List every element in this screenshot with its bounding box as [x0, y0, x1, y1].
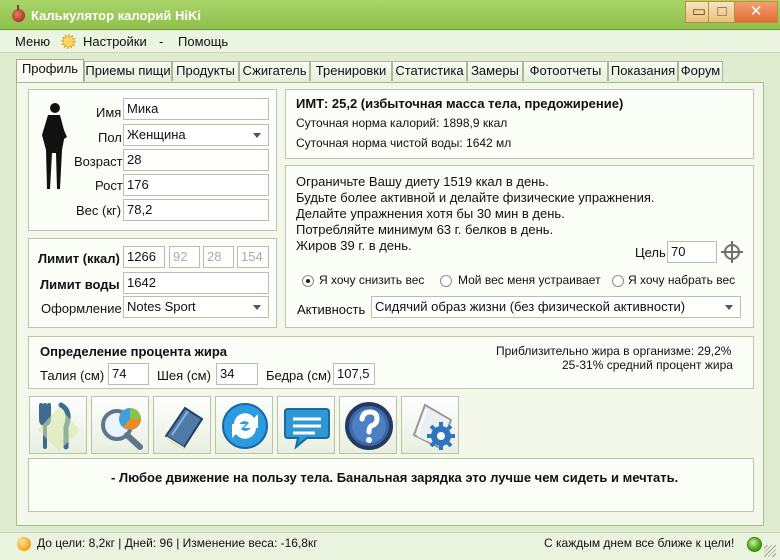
protein-limit-field[interactable]: 92 [169, 246, 200, 268]
water-limit-field[interactable]: 1642 [123, 272, 269, 294]
main-tabs: Профиль Приемы пищи Продукты Сжигатель Т… [16, 59, 764, 83]
daily-calories: Суточная норма калорий: 1898,9 ккал [296, 116, 508, 130]
hips-field[interactable]: 107,5 [333, 363, 375, 385]
bmi-title: ИМТ: 25,2 (избыточная масса тела, предож… [296, 96, 624, 111]
status-message: С каждым днем все ближе к цели! [544, 536, 735, 550]
theme-select[interactable]: Notes Sport [123, 296, 269, 318]
settings-button[interactable] [401, 396, 459, 454]
weight-field[interactable]: 78,2 [123, 199, 269, 221]
body-fat-title: Определение процента жира [40, 344, 228, 359]
menu-item-settings[interactable]: Настройки [83, 34, 147, 49]
tab-measurements[interactable]: Замеры [467, 61, 523, 81]
products-book-button[interactable] [153, 396, 211, 454]
meals-button[interactable] [29, 396, 87, 454]
menu-separator: - [159, 34, 164, 49]
menu-bar: Меню Настройки - Помощь [0, 31, 780, 80]
calorie-limit-field[interactable]: 1266 [123, 246, 165, 268]
gain-weight-label[interactable]: Я хочу набрать вес [628, 273, 735, 287]
help-button[interactable] [339, 396, 397, 454]
water-limit-label: Лимит воды [40, 277, 120, 292]
height-field[interactable]: 176 [123, 174, 269, 196]
average-body-fat: 25-31% средний процент жира [562, 358, 733, 372]
title-bar: Калькулятор калорий HiKi ▭ □ ✕ [0, 0, 780, 30]
refresh-icon [222, 403, 268, 449]
weight-label: Вес (кг) [76, 203, 122, 218]
settings-icon [412, 403, 455, 450]
neck-label: Шея (см) [157, 368, 211, 383]
activity-select[interactable]: Сидячий образ жизни (без физической акти… [371, 296, 741, 318]
waist-field[interactable]: 74 [108, 363, 149, 385]
menu-item-help[interactable]: Помощь [178, 34, 228, 49]
status-progress: До цели: 8,2кг | Дней: 96 | Изменение ве… [37, 536, 318, 550]
target-icon[interactable] [721, 241, 743, 263]
tab-meals[interactable]: Приемы пищи [84, 61, 172, 81]
activity-label: Активность [297, 302, 366, 317]
message-icon [284, 408, 330, 450]
waist-label: Талия (см) [40, 368, 105, 383]
recommendation-line: Ограничьте Вашу диету 1519 ккал в день. [296, 174, 549, 189]
recommendation-line: Делайте упражнения хотя бы 30 мин в день… [296, 206, 565, 221]
status-ok-icon [747, 537, 762, 552]
height-label: Рост [95, 178, 123, 193]
search-chart-button[interactable] [91, 396, 149, 454]
maintain-weight-label[interactable]: Мой вес меня устраивает [458, 273, 601, 287]
maximize-button[interactable]: □ [708, 1, 736, 23]
sex-label: Пол [98, 130, 122, 145]
carbs-limit-field[interactable]: 154 [237, 246, 269, 268]
tab-burner[interactable]: Сжигатель [239, 61, 310, 81]
refresh-button[interactable] [215, 396, 273, 454]
close-button[interactable]: ✕ [734, 1, 778, 23]
window-title: Калькулятор калорий HiKi [31, 8, 201, 23]
maintain-weight-radio[interactable] [440, 275, 452, 287]
book-icon [164, 406, 204, 451]
lose-weight-label[interactable]: Я хочу снизить вес [319, 273, 424, 287]
tab-workouts[interactable]: Тренировки [310, 61, 392, 81]
woman-silhouette-icon [42, 103, 67, 189]
motivation-text: - Любое движение на пользу тела. Банальн… [111, 470, 679, 485]
tab-products[interactable]: Продукты [172, 61, 239, 81]
settings-sun-icon [61, 34, 76, 49]
help-icon [345, 402, 393, 450]
age-field[interactable]: 28 [123, 149, 269, 171]
tab-profile[interactable]: Профиль [16, 59, 84, 83]
recommendation-line: Будьте более активной и делайте физическ… [296, 190, 655, 205]
lose-weight-radio[interactable] [302, 275, 314, 287]
name-field[interactable]: Мика [123, 98, 269, 120]
theme-label: Оформление [41, 301, 122, 316]
search-chart-icon [101, 408, 143, 450]
daily-water: Суточная норма чистой воды: 1642 мл [296, 136, 512, 150]
neck-field[interactable]: 34 [216, 363, 258, 385]
goal-label: Цель [635, 245, 666, 260]
apple-icon [12, 5, 25, 22]
fat-limit-field[interactable]: 28 [203, 246, 234, 268]
recommendation-line: Потребляйте минимум 63 г. белков в день. [296, 222, 554, 237]
resize-grip[interactable] [764, 545, 776, 557]
name-label: Имя [96, 105, 122, 120]
tab-readings[interactable]: Показания [608, 61, 678, 81]
orange-icon [17, 537, 31, 551]
estimated-body-fat: Приблизительно жира в организме: 29,2% [496, 344, 732, 358]
tab-statistics[interactable]: Статистика [392, 61, 467, 81]
calorie-limit-label: Лимит (ккал) [38, 251, 120, 266]
recommendation-line: Жиров 39 г. в день. [296, 238, 412, 253]
age-label: Возраст [74, 154, 123, 169]
messages-button[interactable] [277, 396, 335, 454]
gain-weight-radio[interactable] [612, 275, 624, 287]
motivation-panel: - Любое движение на пользу тела. Банальн… [28, 458, 754, 512]
tab-photo-reports[interactable]: Фотоотчеты [523, 61, 608, 81]
hips-label: Бедра (см) [266, 368, 332, 383]
sex-select[interactable]: Женщина [123, 124, 269, 146]
menu-item-menu[interactable]: Меню [15, 34, 50, 49]
fork-knife-icon [38, 402, 80, 451]
tab-forum[interactable]: Форум [678, 61, 723, 81]
goal-weight-field[interactable]: 70 [667, 241, 717, 263]
